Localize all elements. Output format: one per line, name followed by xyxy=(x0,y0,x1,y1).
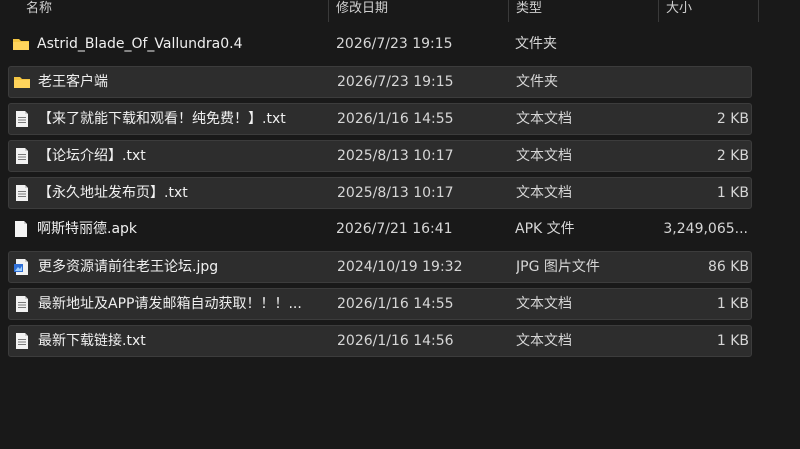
file-name: 最新下载链接.txt xyxy=(38,333,146,349)
file-row[interactable]: 更多资源请前往老王论坛.jpg 2024/10/19 19:32 JPG 图片文… xyxy=(8,251,752,283)
file-date-modified: 2026/1/16 14:55 xyxy=(337,296,454,312)
file-size: 2 KB xyxy=(716,148,749,164)
folder-icon xyxy=(12,35,30,53)
file-size: 1 KB xyxy=(716,333,749,349)
file-date-modified: 2025/8/13 10:17 xyxy=(337,185,454,201)
text-file-icon xyxy=(13,184,31,202)
text-file-icon xyxy=(13,295,31,313)
file-date-modified: 2026/1/16 14:55 xyxy=(337,111,454,127)
file-name: 【论坛介绍】.txt xyxy=(38,148,146,164)
file-size: 2 KB xyxy=(716,111,749,127)
file-type: 文本文档 xyxy=(516,148,572,164)
file-type: 文本文档 xyxy=(516,185,572,201)
file-type: 文本文档 xyxy=(516,111,572,127)
column-header-size[interactable]: 大小 xyxy=(658,0,758,22)
file-name: 【永久地址发布页】.txt xyxy=(38,185,188,201)
file-size xyxy=(649,67,749,97)
file-date-modified: 2026/7/23 19:15 xyxy=(337,74,454,90)
file-date-modified: 2024/10/19 19:32 xyxy=(337,259,463,275)
file-size: 3,249,065... xyxy=(663,221,748,237)
file-row[interactable]: Astrid_Blade_Of_Vallundra0.4 2026/7/23 1… xyxy=(8,29,752,61)
file-size: 1 KB xyxy=(716,185,749,201)
file-explorer-window: 名称 修改日期 类型 大小 Astrid_Blade_Of_Vallundra0… xyxy=(0,0,800,449)
text-file-icon xyxy=(13,147,31,165)
file-date-modified: 2025/8/13 10:17 xyxy=(337,148,454,164)
file-size: 1 KB xyxy=(716,296,749,312)
column-header-spacer xyxy=(758,0,798,22)
file-type: 文件夹 xyxy=(516,74,558,90)
file-icon xyxy=(12,220,30,238)
column-header-name[interactable]: 名称 xyxy=(18,0,328,22)
file-size xyxy=(648,29,748,59)
column-header-date-modified[interactable]: 修改日期 xyxy=(328,0,508,22)
file-name: 最新地址及APP请发邮箱自动获取！！！... xyxy=(38,296,302,312)
file-row[interactable]: 【论坛介绍】.txt 2025/8/13 10:17 文本文档 2 KB xyxy=(8,140,752,172)
file-size: 86 KB xyxy=(707,259,749,275)
file-row[interactable]: 【来了就能下载和观看！纯免费！】.txt 2026/1/16 14:55 文本文… xyxy=(8,103,752,135)
text-file-icon xyxy=(13,110,31,128)
file-type: 文件夹 xyxy=(515,36,557,52)
file-row[interactable]: 最新地址及APP请发邮箱自动获取！！！... 2026/1/16 14:55 文… xyxy=(8,288,752,320)
folder-icon xyxy=(13,73,31,91)
column-header-type[interactable]: 类型 xyxy=(508,0,658,22)
file-type: JPG 图片文件 xyxy=(516,259,600,275)
file-row[interactable]: 老王客户端 2026/7/23 19:15 文件夹 xyxy=(8,66,752,98)
file-name: 更多资源请前往老王论坛.jpg xyxy=(38,259,219,275)
file-date-modified: 2026/7/23 19:15 xyxy=(336,36,453,52)
file-row[interactable]: 【永久地址发布页】.txt 2025/8/13 10:17 文本文档 1 KB xyxy=(8,177,752,209)
file-name: 老王客户端 xyxy=(38,74,108,90)
file-type: 文本文档 xyxy=(516,333,572,349)
file-name: 【来了就能下载和观看！纯免费！】.txt xyxy=(38,111,286,127)
file-type: 文本文档 xyxy=(516,296,572,312)
image-file-icon xyxy=(13,258,31,276)
file-name: Astrid_Blade_Of_Vallundra0.4 xyxy=(37,36,243,52)
file-name: 啊斯特丽德.apk xyxy=(37,221,138,237)
file-date-modified: 2026/1/16 14:56 xyxy=(337,333,454,349)
file-row[interactable]: 最新下载链接.txt 2026/1/16 14:56 文本文档 1 KB xyxy=(8,325,752,357)
column-header-bar: 名称 修改日期 类型 大小 xyxy=(0,0,800,22)
file-row[interactable]: 啊斯特丽德.apk 2026/7/21 16:41 APK 文件 3,249,0… xyxy=(8,214,752,246)
file-date-modified: 2026/7/21 16:41 xyxy=(336,221,453,237)
file-type: APK 文件 xyxy=(515,221,575,237)
text-file-icon xyxy=(13,332,31,350)
